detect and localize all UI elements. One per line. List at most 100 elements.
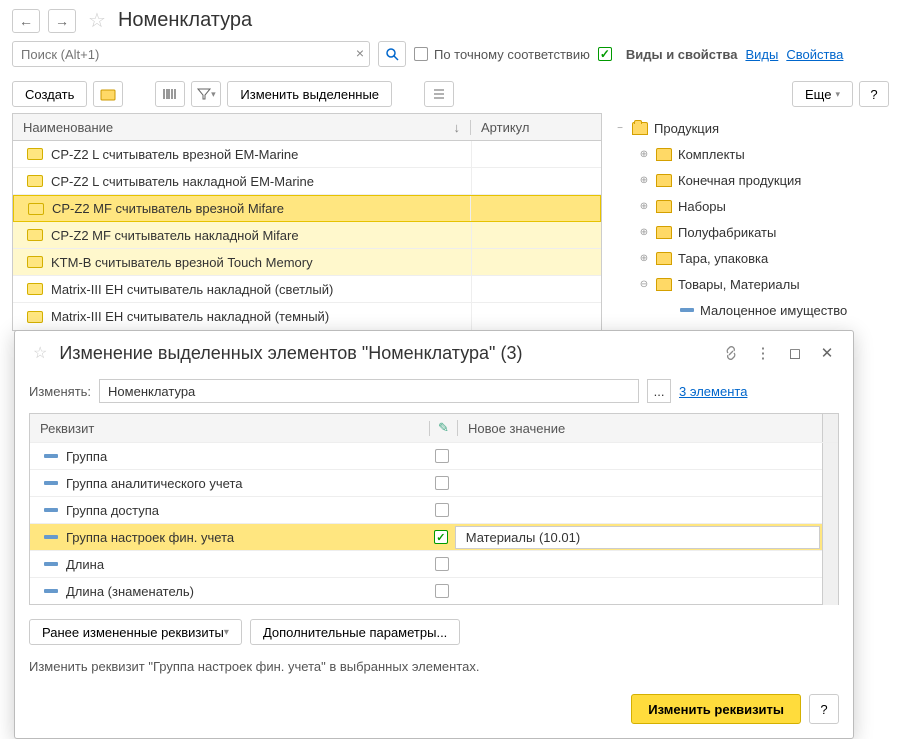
- requisite-checkbox[interactable]: ✓: [427, 530, 455, 544]
- tree-item[interactable]: − Продукция: [614, 115, 889, 141]
- barcode-button[interactable]: [155, 81, 185, 107]
- filter-button[interactable]: ▾: [191, 81, 221, 107]
- requisite-row[interactable]: Длина: [30, 550, 838, 577]
- tree-item[interactable]: ⊕ Наборы: [614, 193, 889, 219]
- change-elements-dialog: ☆ Изменение выделенных элементов "Номенк…: [14, 330, 854, 739]
- link-icon[interactable]: [719, 341, 743, 365]
- requisite-row[interactable]: Группа доступа: [30, 496, 838, 523]
- requisite-checkbox[interactable]: [428, 503, 456, 517]
- requisite-row[interactable]: Группа аналитического учета: [30, 469, 838, 496]
- tree-toggle-icon[interactable]: ⊕: [638, 227, 650, 238]
- row-name: Matrix-III EH считыватель накладной (тем…: [51, 309, 471, 324]
- search-button[interactable]: [378, 41, 406, 67]
- more-button[interactable]: Еще▾: [792, 81, 853, 107]
- dialog-help-button[interactable]: ?: [809, 694, 839, 724]
- scrollbar-track[interactable]: [822, 414, 838, 442]
- checkbox-icon: [435, 557, 449, 571]
- row-name: CP-Z2 L считыватель врезной EM-Marine: [51, 147, 471, 162]
- scrollbar-track[interactable]: [822, 524, 838, 551]
- close-icon[interactable]: ✕: [815, 341, 839, 365]
- requisite-row[interactable]: Длина (знаменатель): [30, 577, 838, 604]
- item-icon: [27, 175, 43, 187]
- folder-icon: [656, 174, 672, 187]
- create-group-button[interactable]: [93, 81, 123, 107]
- scrollbar-track[interactable]: [822, 470, 838, 497]
- nav-back-button[interactable]: ←: [12, 9, 40, 33]
- tree-label: Товары, Материалы: [678, 277, 800, 292]
- change-selected-button[interactable]: Изменить выделенные: [227, 81, 392, 107]
- scrollbar-track[interactable]: [822, 443, 838, 470]
- help-button[interactable]: ?: [859, 81, 889, 107]
- item-icon: [28, 203, 44, 215]
- search-input[interactable]: [12, 41, 370, 67]
- column-newvalue-header[interactable]: Новое значение: [458, 421, 822, 436]
- row-article: [471, 276, 601, 302]
- list-settings-button[interactable]: [424, 81, 454, 107]
- column-name-header[interactable]: Наименование ↓: [13, 120, 471, 135]
- select-target-button[interactable]: ...: [647, 379, 671, 403]
- column-edit-header[interactable]: ✎: [430, 420, 458, 436]
- kebab-menu-icon[interactable]: ⋮: [751, 341, 775, 365]
- types-props-label: Виды и свойства: [626, 47, 738, 62]
- column-requisite-header[interactable]: Реквизит: [30, 421, 430, 436]
- item-icon: [27, 283, 43, 295]
- change-label: Изменять:: [29, 384, 91, 399]
- tree-toggle-icon[interactable]: ⊕: [638, 175, 650, 186]
- tree-toggle-icon[interactable]: ⊕: [638, 149, 650, 160]
- row-name: KTM-B считыватель врезной Touch Memory: [51, 255, 471, 270]
- tree-item[interactable]: ⊕ Тара, упаковка: [614, 245, 889, 271]
- table-row[interactable]: CP-Z2 MF считыватель врезной Mifare: [13, 195, 601, 222]
- tree-item[interactable]: ⊕ Полуфабрикаты: [614, 219, 889, 245]
- row-name: CP-Z2 MF считыватель врезной Mifare: [52, 201, 470, 216]
- tree-item[interactable]: ⊕ Комплекты: [614, 141, 889, 167]
- tree-item[interactable]: ⊖ Товары, Материалы: [614, 271, 889, 297]
- props-link[interactable]: Свойства: [786, 47, 843, 62]
- table-row[interactable]: Matrix-III EH считыватель накладной (све…: [13, 276, 601, 303]
- scrollbar-track[interactable]: [822, 497, 838, 524]
- exact-match-checkbox[interactable]: По точному соответствию: [414, 47, 590, 62]
- row-article: [471, 168, 601, 194]
- requisite-row[interactable]: Группа: [30, 442, 838, 469]
- tree-item[interactable]: Малоценное имущество: [614, 297, 889, 323]
- requisite-name: Группа доступа: [66, 503, 428, 518]
- tree-toggle-icon[interactable]: ⊕: [638, 253, 650, 264]
- requisite-checkbox[interactable]: [428, 476, 456, 490]
- table-row[interactable]: CP-Z2 L считыватель накладной EM-Marine: [13, 168, 601, 195]
- change-target-input[interactable]: Номенклатура: [99, 379, 639, 403]
- tree-toggle-icon[interactable]: −: [614, 123, 626, 134]
- row-article: [471, 249, 601, 275]
- tree-toggle-icon[interactable]: ⊖: [638, 279, 650, 290]
- favorite-star-icon[interactable]: ☆: [88, 8, 106, 33]
- table-row[interactable]: CP-Z2 MF считыватель накладной Mifare: [13, 222, 601, 249]
- previous-requisites-button[interactable]: Ранее измененные реквизиты: [29, 619, 242, 645]
- checkbox-checked-icon: ✓: [598, 47, 612, 61]
- table-row[interactable]: CP-Z2 L считыватель врезной EM-Marine: [13, 141, 601, 168]
- dialog-star-icon[interactable]: ☆: [33, 343, 47, 363]
- scrollbar-track[interactable]: [822, 578, 838, 605]
- nav-forward-button[interactable]: →: [48, 9, 76, 33]
- apply-changes-button[interactable]: Изменить реквизиты: [631, 694, 801, 724]
- row-article: [471, 141, 601, 167]
- clear-search-icon[interactable]: ×: [356, 45, 364, 61]
- create-button[interactable]: Создать: [12, 81, 87, 107]
- elements-count-link[interactable]: 3 элемента: [679, 384, 747, 399]
- row-article: [471, 222, 601, 248]
- column-article-header[interactable]: Артикул: [471, 120, 601, 135]
- new-value-input[interactable]: Материалы (10.01): [455, 526, 820, 549]
- types-props-checkbox[interactable]: ✓ Виды и свойства: [598, 47, 738, 62]
- scrollbar-track[interactable]: [822, 551, 838, 578]
- tree-toggle-icon[interactable]: ⊕: [638, 201, 650, 212]
- table-row[interactable]: KTM-B считыватель врезной Touch Memory: [13, 249, 601, 276]
- requisite-checkbox[interactable]: [428, 449, 456, 463]
- additional-params-button[interactable]: Дополнительные параметры...: [250, 619, 460, 645]
- requisite-checkbox[interactable]: [428, 584, 456, 598]
- tree-label: Тара, упаковка: [678, 251, 768, 266]
- requisite-row[interactable]: Группа настроек фин. учета ✓ Материалы (…: [30, 523, 838, 550]
- types-link[interactable]: Виды: [745, 47, 778, 62]
- tree-label: Полуфабрикаты: [678, 225, 776, 240]
- sort-asc-icon: ↓: [454, 120, 461, 135]
- tree-item[interactable]: ⊕ Конечная продукция: [614, 167, 889, 193]
- table-row[interactable]: Matrix-III EH считыватель накладной (тем…: [13, 303, 601, 330]
- requisite-checkbox[interactable]: [428, 557, 456, 571]
- maximize-icon[interactable]: ◻: [783, 341, 807, 365]
